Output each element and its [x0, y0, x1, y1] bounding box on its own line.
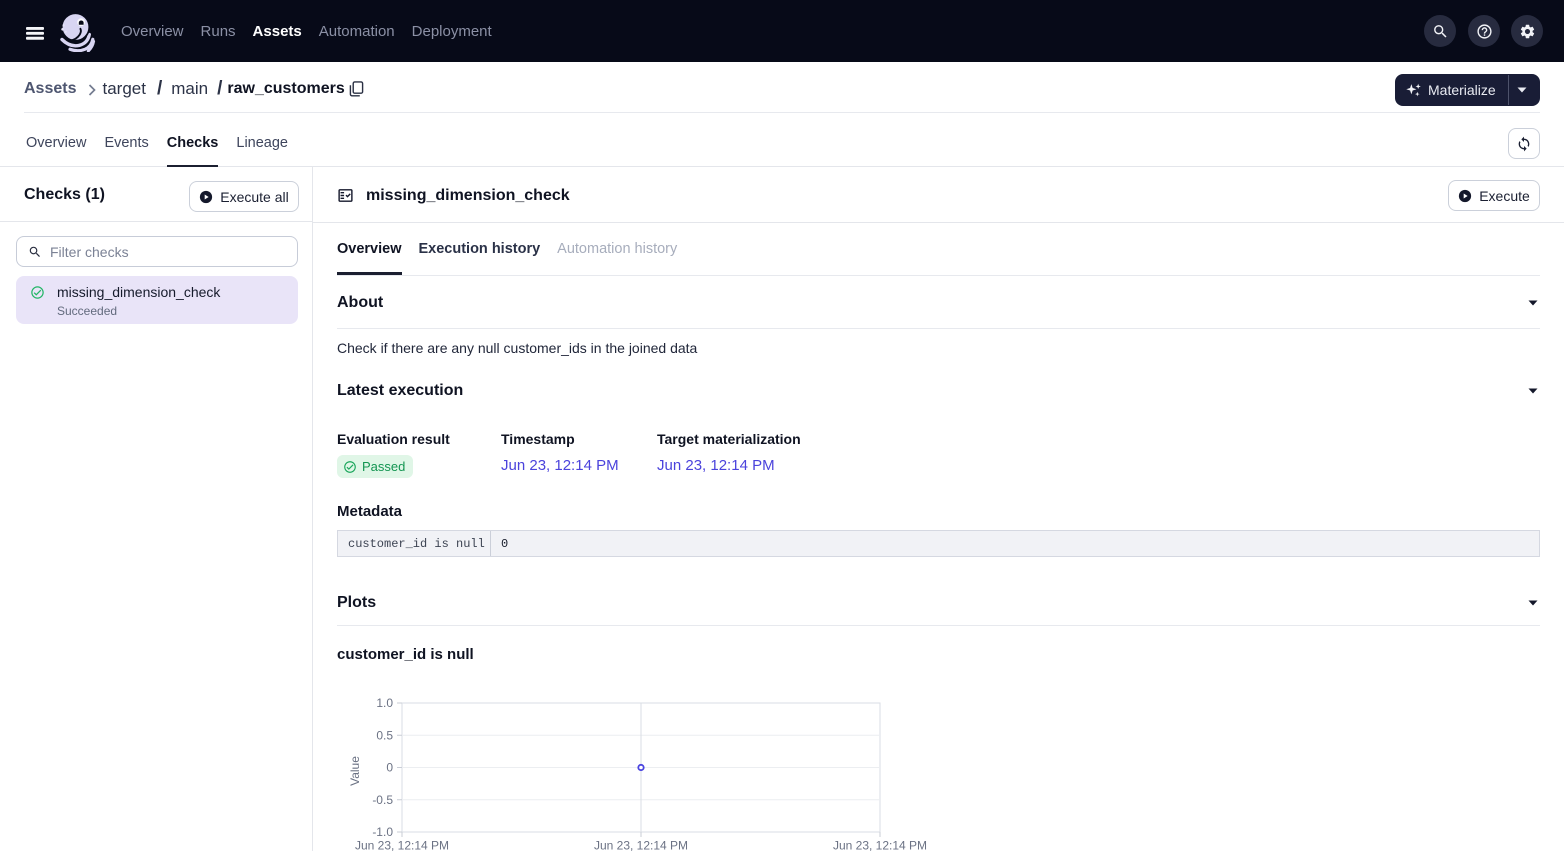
svg-text:Jun 23, 12:14 PM: Jun 23, 12:14 PM	[355, 839, 449, 851]
svg-text:0: 0	[386, 761, 393, 775]
svg-text:0.5: 0.5	[376, 729, 393, 743]
svg-text:-0.5: -0.5	[372, 793, 393, 807]
svg-text:Jun 23, 12:14 PM: Jun 23, 12:14 PM	[833, 839, 927, 851]
svg-text:Value: Value	[348, 756, 362, 786]
svg-text:1.0: 1.0	[376, 696, 393, 710]
svg-text:-1.0: -1.0	[372, 825, 393, 839]
svg-text:Jun 23, 12:14 PM: Jun 23, 12:14 PM	[594, 839, 688, 851]
